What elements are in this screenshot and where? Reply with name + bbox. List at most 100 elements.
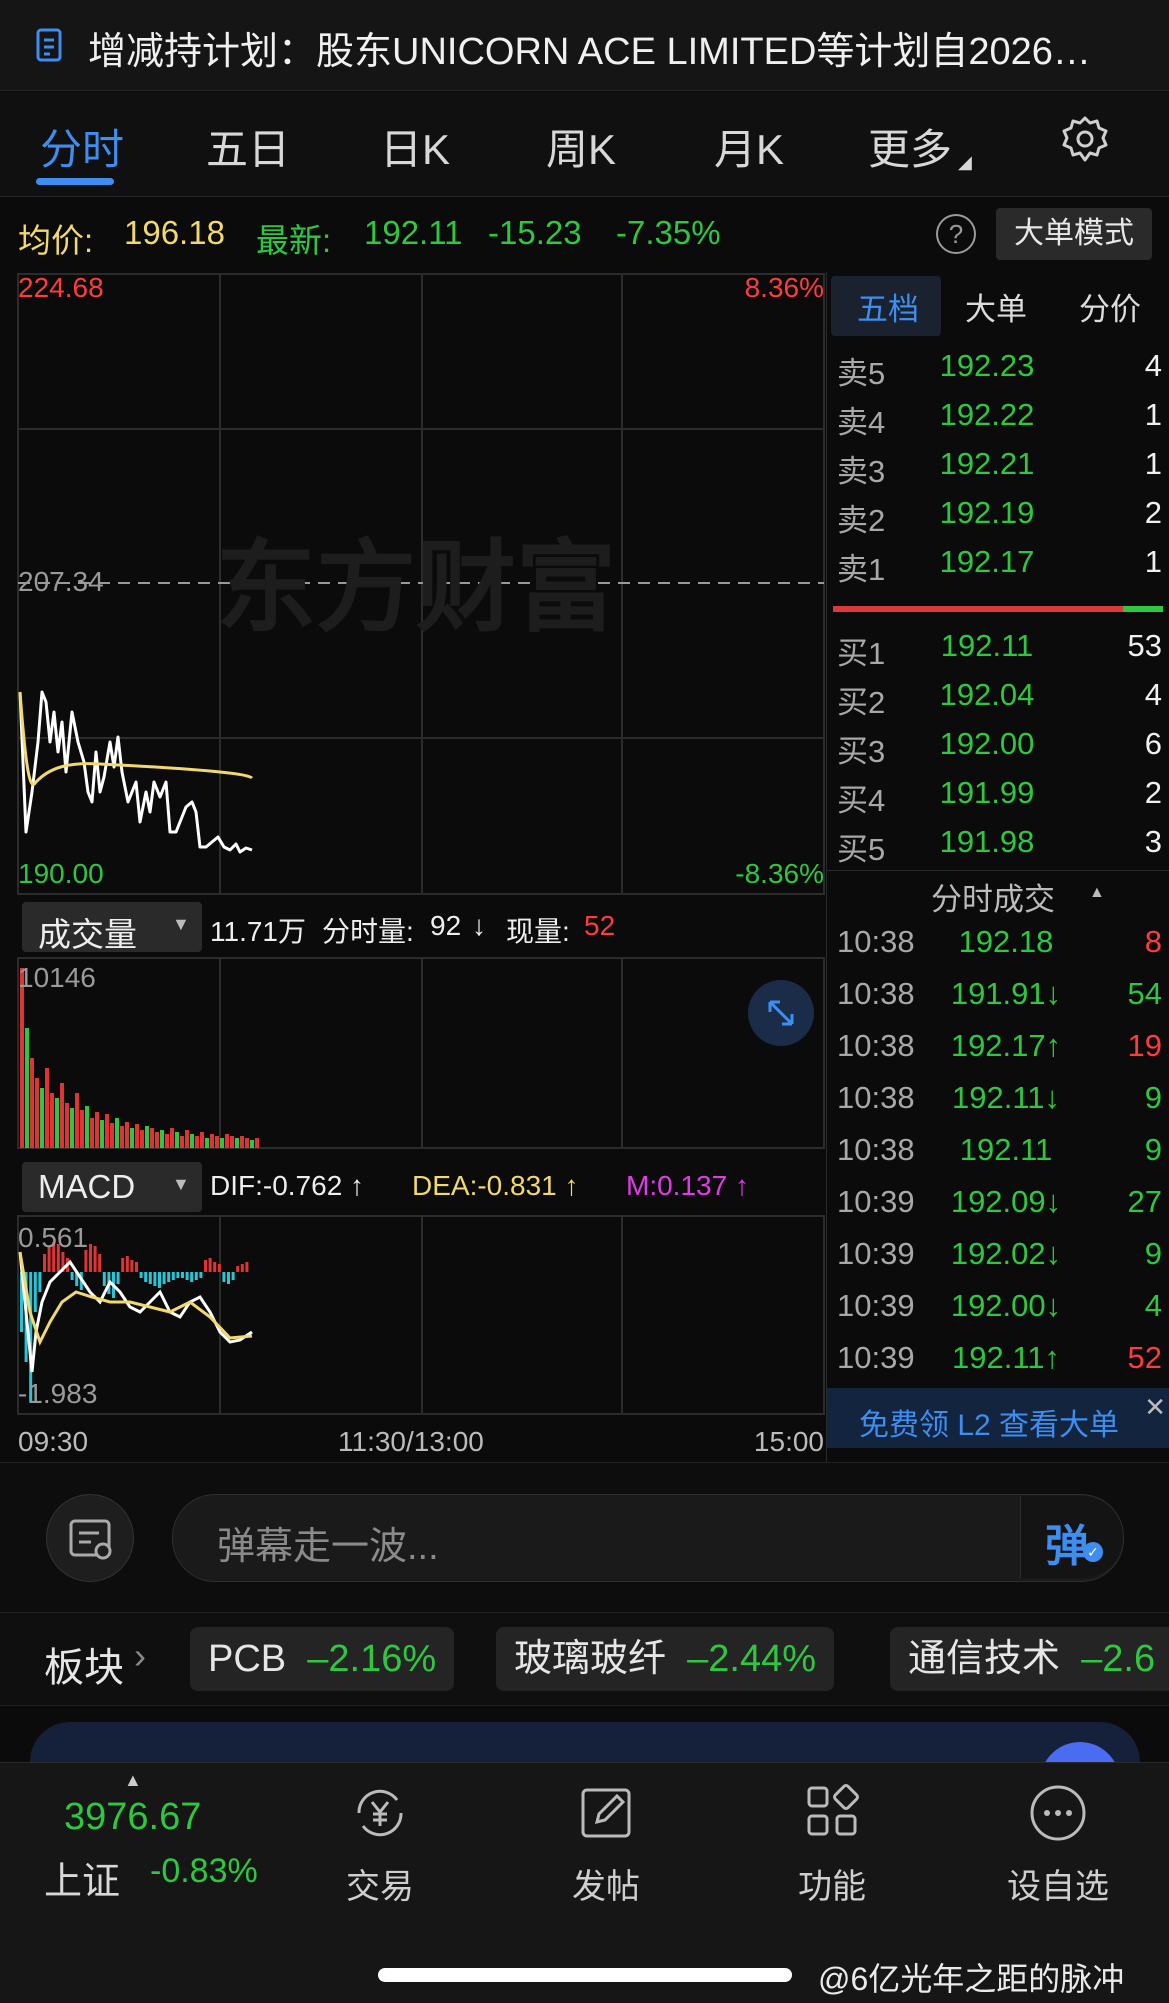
tab-five-day[interactable]: 五日	[206, 116, 290, 177]
book-tab-price-dist[interactable]: 分价	[1079, 284, 1141, 329]
volume-bar	[55, 1098, 59, 1148]
trade-time: 10:39	[837, 1236, 915, 1271]
more-dots-icon	[1030, 1785, 1086, 1841]
volume-bar	[120, 1126, 124, 1148]
close-icon[interactable]: ✕	[1144, 1392, 1166, 1423]
macd-histogram-bar	[93, 1246, 97, 1272]
nav-trade[interactable]: 交易	[310, 1780, 450, 1908]
level-label: 卖3	[837, 454, 886, 489]
trade-price: 192.11	[959, 1132, 1053, 1167]
buy-level-row[interactable]: 买4 191.99 2	[827, 775, 1169, 823]
macd-histogram-bar	[217, 1264, 221, 1272]
tab-more[interactable]: 更多 ◢	[868, 116, 972, 177]
macd-histogram-bar	[208, 1258, 212, 1272]
volume-bar	[200, 1132, 204, 1148]
nav-post[interactable]: 发帖	[536, 1780, 676, 1908]
buy-level-row[interactable]: 买3 192.00 6	[827, 726, 1169, 774]
buy-level-row[interactable]: 买1 192.11 53	[827, 628, 1169, 676]
volume-indicator-selector[interactable]: 成交量 ▼	[22, 902, 202, 953]
macd-histogram-bar	[33, 1272, 37, 1312]
book-tab-big-orders[interactable]: 大单	[965, 284, 1027, 329]
message-settings-icon	[69, 1519, 112, 1560]
danmu-toggle-button[interactable]: 弹 ✓	[1020, 1496, 1123, 1578]
trade-time: 10:39	[837, 1288, 915, 1323]
macd-bottom-label: -1.983	[18, 1378, 98, 1409]
sector-chip-glass-fiber[interactable]: 玻璃玻纤 –2.44%	[496, 1627, 835, 1691]
trade-tick-row: 10:39 192.11↑ 52	[827, 1340, 1169, 1390]
nav-functions[interactable]: 功能	[762, 1780, 902, 1908]
l2-promo-banner[interactable]: 免费领 L2 查看大单 ✕	[827, 1388, 1169, 1448]
weibo-watermark: @6亿光年之距的脉冲	[818, 1961, 1125, 1997]
level-price: 191.99	[939, 775, 1035, 810]
trade-volume: 27	[1127, 1184, 1162, 1219]
macd-histogram-bar	[162, 1272, 166, 1284]
danmu-placeholder: 弹幕走一波...	[217, 1526, 439, 1568]
bid-ask-ratio-bar-red	[833, 606, 1123, 612]
caret-up-icon: ▲	[124, 1770, 142, 1790]
nav-post-label: 发帖	[572, 1868, 640, 1906]
volume-total: 11.71万	[210, 916, 306, 947]
level-label: 买4	[837, 783, 886, 818]
sell-level-row[interactable]: 卖3 192.21 1	[827, 446, 1169, 494]
home-indicator[interactable]	[378, 1968, 792, 1982]
trades-title[interactable]: 分时成交	[931, 874, 1055, 919]
avg-price-label: 均价:	[18, 222, 94, 259]
level-qty: 4	[1144, 677, 1162, 712]
big-order-mode-button[interactable]: 大单模式	[996, 208, 1152, 260]
tab-intraday[interactable]: 分时	[40, 116, 124, 177]
announcement-banner[interactable]: 增减持计划：股东UNICORN ACE LIMITED等计划自2026…	[0, 0, 1169, 91]
buy-level-row[interactable]: 买2 192.04 4	[827, 677, 1169, 725]
help-icon[interactable]: ?	[936, 214, 976, 254]
volume-bar	[205, 1138, 209, 1148]
trade-tick-row: 10:38 192.17↑ 19	[827, 1028, 1169, 1078]
tab-daily-k[interactable]: 日K	[380, 116, 450, 177]
index-ticker[interactable]: ▲ 3976.67 上证 -0.83%	[30, 1770, 270, 1903]
sector-chip-telecom[interactable]: 通信技术 –2.6	[890, 1627, 1169, 1691]
level-label: 买2	[837, 685, 886, 720]
danmu-input[interactable]: 弹幕走一波...	[172, 1494, 1124, 1582]
sector-chip-pcb[interactable]: PCB –2.16%	[190, 1627, 455, 1691]
sell-level-row[interactable]: 卖4 192.22 1	[827, 397, 1169, 445]
sell-level-row[interactable]: 卖1 192.17 1	[827, 544, 1169, 592]
macd-indicator-selector[interactable]: MACD ▼	[22, 1162, 202, 1212]
price-low-label: 190.00	[18, 858, 104, 889]
macd-dea: DEA:-0.831 ↑	[412, 1170, 579, 1201]
level-qty: 2	[1144, 495, 1162, 530]
volume-bar	[135, 1124, 139, 1148]
volume-bar	[175, 1132, 179, 1148]
danmu-settings-button[interactable]	[46, 1494, 134, 1582]
nav-add-watchlist[interactable]: 设自选	[988, 1780, 1128, 1908]
sell-level-row[interactable]: 卖5 192.23 4	[827, 348, 1169, 396]
sell-level-row[interactable]: 卖2 192.19 2	[827, 495, 1169, 543]
macd-histogram-bar	[227, 1272, 230, 1284]
intraday-chart-area[interactable]: 东方财富 224.68 8.36% 207.34 190.00 -8.36% 成…	[0, 272, 826, 1462]
check-icon: ✓	[1083, 1542, 1103, 1562]
buy-level-row[interactable]: 买5 191.98 3	[827, 824, 1169, 872]
nav-trade-label: 交易	[346, 1868, 414, 1906]
expand-chart-button[interactable]	[748, 980, 814, 1046]
macd-histogram-bar	[185, 1272, 189, 1280]
sector-name: 通信技术	[908, 1638, 1061, 1680]
macd-histogram-bar	[139, 1272, 143, 1278]
volume-bar	[220, 1138, 224, 1148]
sector-label[interactable]: 板块	[44, 1635, 124, 1693]
volume-bar	[105, 1114, 109, 1148]
price-info-line: 均价: 196.18 最新: 192.11 -15.23 -7.35%	[0, 198, 1169, 270]
chart-watermark: 东方财富	[216, 532, 616, 644]
volume-bar	[60, 1083, 64, 1148]
gear-icon[interactable]	[1060, 114, 1110, 164]
book-tab-five-levels[interactable]: 五档	[857, 284, 919, 329]
tab-weekly-k[interactable]: 周K	[546, 116, 616, 177]
volume-bar	[30, 1058, 34, 1148]
volume-bar	[20, 968, 24, 1148]
macd-histogram-bar	[43, 1254, 46, 1272]
macd-histogram-bar	[204, 1260, 207, 1272]
l2-promo-text: 免费领 L2 查看大单	[859, 1409, 1120, 1442]
volume-bar	[25, 1028, 29, 1148]
macd-top-label: 0.561	[18, 1222, 89, 1253]
volume-bar	[65, 1103, 69, 1148]
tab-monthly-k[interactable]: 月K	[714, 116, 784, 177]
volume-bars	[20, 968, 259, 1148]
trade-price: 192.02↓	[950, 1236, 1062, 1271]
level-price: 192.19	[939, 495, 1035, 530]
